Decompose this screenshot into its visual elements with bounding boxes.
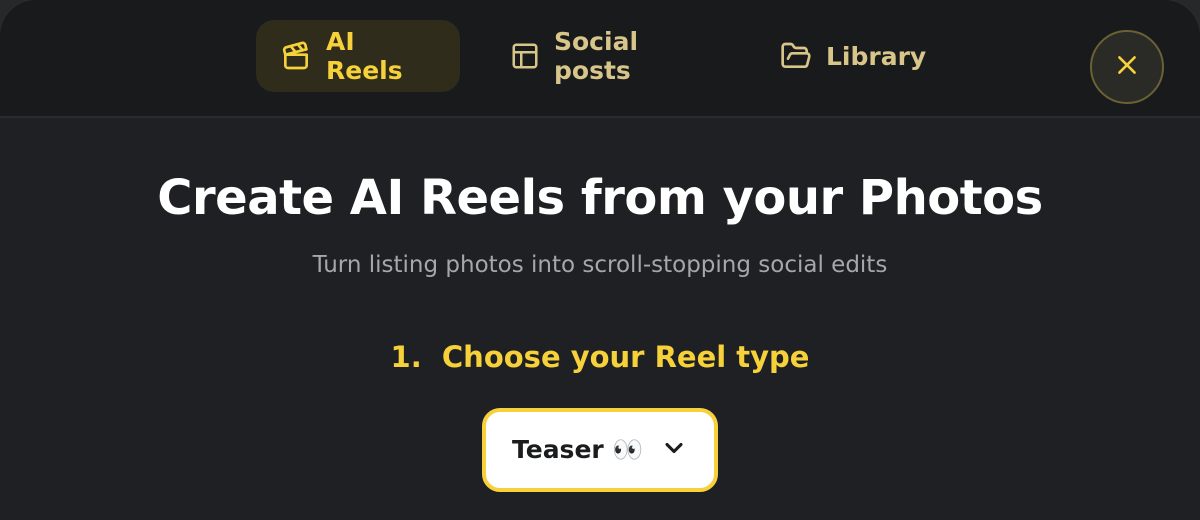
step-label: 1. Choose your Reel type — [0, 340, 1200, 374]
reel-type-value: Teaser 👀 — [512, 435, 644, 465]
tab-ai-reels[interactable]: AI Reels — [256, 20, 460, 92]
close-button[interactable] — [1090, 30, 1164, 104]
layout-icon — [510, 41, 540, 71]
tab-label: Library — [826, 42, 926, 71]
page-subtitle: Turn listing photos into scroll-stopping… — [0, 252, 1200, 278]
close-icon — [1114, 52, 1140, 82]
tab-label: Social posts — [554, 27, 708, 85]
tab-library[interactable]: Library — [756, 20, 944, 92]
clapperboard-icon — [280, 40, 312, 72]
reel-type-select[interactable]: Teaser 👀 — [482, 408, 718, 492]
tab-social-posts[interactable]: Social posts — [486, 20, 732, 92]
reels-modal: AI Reels Social posts Library — [0, 0, 1200, 520]
page-title: Create AI Reels from your Photos — [0, 170, 1200, 226]
folder-open-icon — [780, 40, 812, 72]
tab-label: AI Reels — [326, 27, 436, 85]
modal-header: AI Reels Social posts Library — [0, 0, 1200, 118]
chevron-down-icon — [660, 434, 688, 466]
